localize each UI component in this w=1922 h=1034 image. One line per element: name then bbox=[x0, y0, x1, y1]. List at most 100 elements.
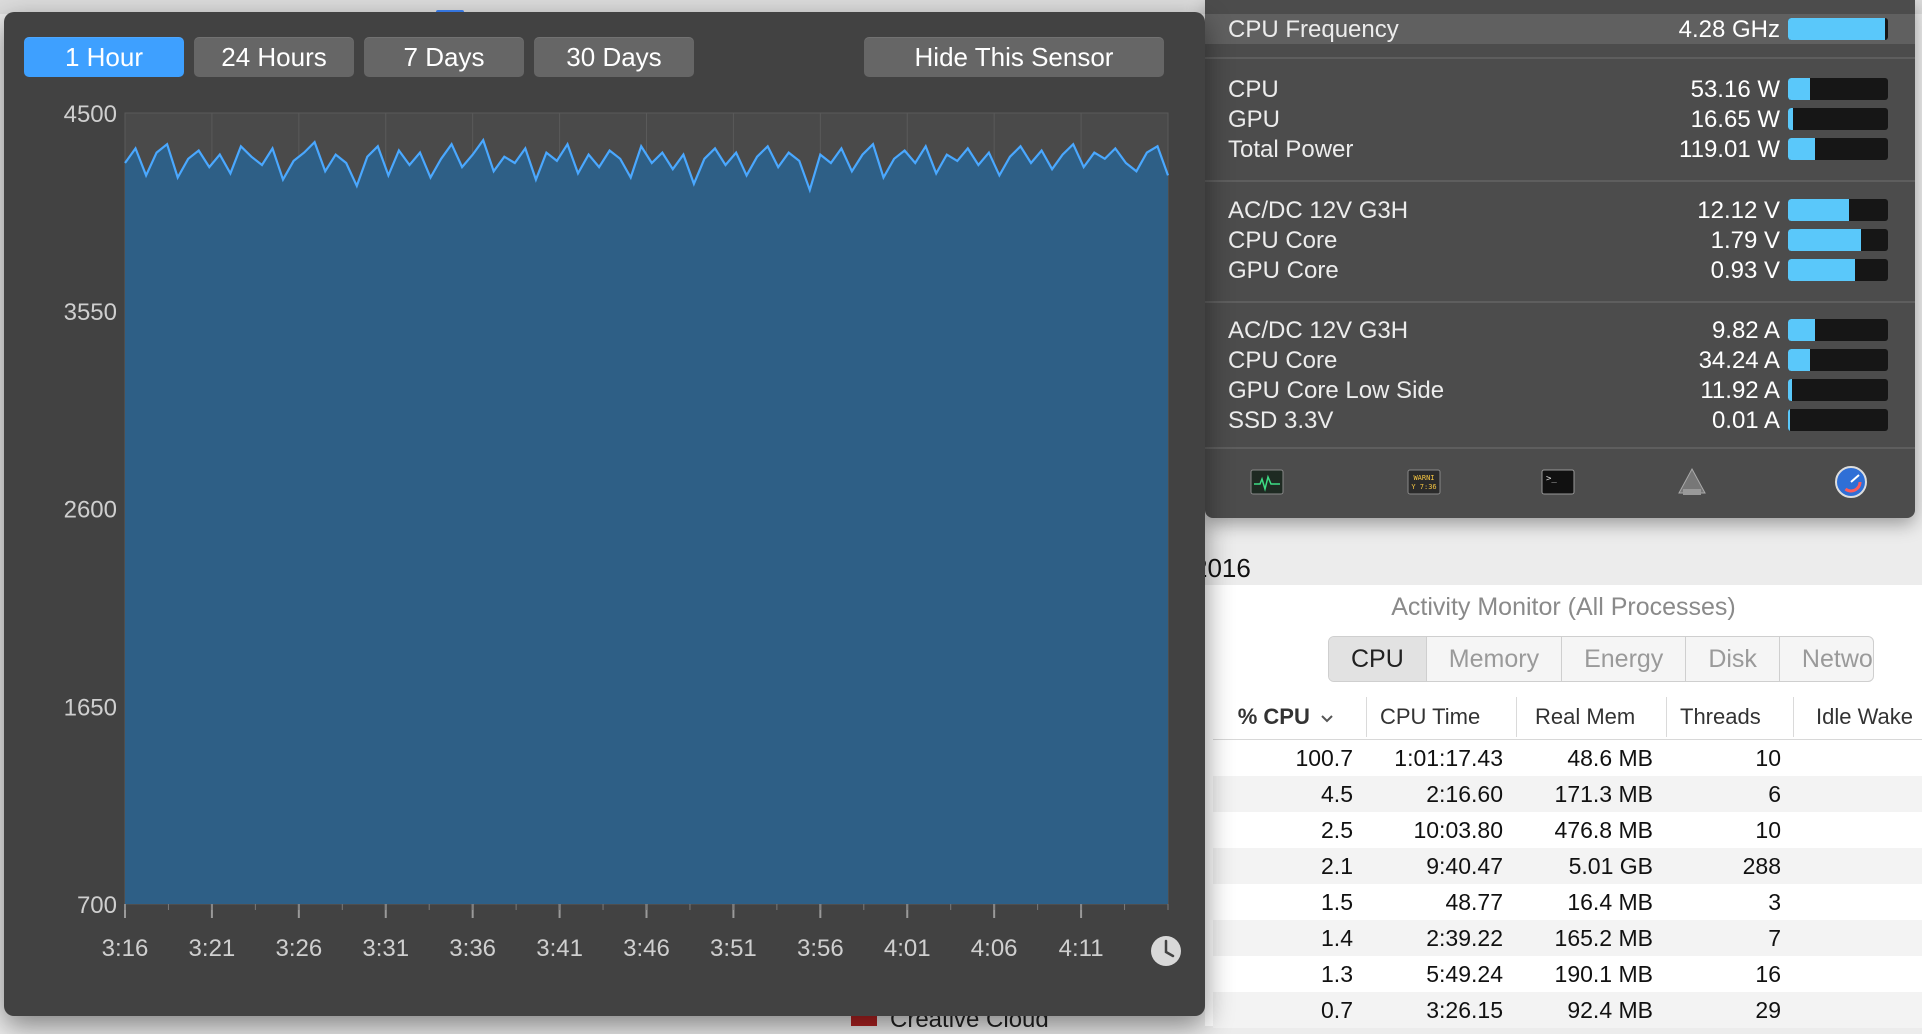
svg-text:Y 7:36: Y 7:36 bbox=[1411, 483, 1436, 491]
console-icon[interactable]: WARNI Y 7:36 bbox=[1407, 468, 1441, 496]
y-tick-label: 1650 bbox=[64, 694, 117, 721]
table-row[interactable]: 2.5 10:03.80 476.8 MB 10 bbox=[1213, 812, 1922, 848]
sensor-level-fill bbox=[1788, 349, 1810, 371]
clock-icon[interactable] bbox=[1151, 936, 1181, 966]
sensor-graph-window: 1 Hour 24 Hours 7 Days 30 Days Hide This… bbox=[4, 12, 1205, 1016]
table-cell: 5.01 GB bbox=[1568, 853, 1653, 879]
activity-monitor-icon[interactable] bbox=[1250, 468, 1284, 496]
x-tick-label: 3:46 bbox=[623, 935, 670, 962]
column-separator bbox=[1793, 697, 1794, 737]
sensor-name: CPU bbox=[1228, 76, 1279, 103]
sensor-level-fill bbox=[1788, 108, 1793, 130]
y-tick-label: 3550 bbox=[64, 299, 117, 326]
column-header-cpu-time[interactable]: CPU Time bbox=[1380, 704, 1480, 730]
column-header-cpu-percent[interactable]: % CPU bbox=[1238, 704, 1334, 730]
x-tick-label: 3:56 bbox=[797, 935, 844, 962]
istatistica-icon[interactable] bbox=[1834, 466, 1868, 498]
area-fill bbox=[125, 140, 1168, 905]
column-header-idle-wake[interactable]: Idle Wake bbox=[1816, 704, 1913, 730]
sensor-name: AC/DC 12V G3H bbox=[1228, 197, 1409, 224]
table-cell: 2:16.60 bbox=[1426, 781, 1503, 807]
sensor-name: SSD 3.3V bbox=[1228, 407, 1334, 434]
sensor-popup: CPU Frequency 4.28 GHz CPU 53.16 W GPU 16.65 … bbox=[1205, 0, 1915, 518]
table-row[interactable]: 0.7 3:26.15 92.4 MB 29 bbox=[1213, 992, 1922, 1028]
sensor-row[interactable]: AC/DC 12V G3H 12.12 V bbox=[1205, 195, 1915, 225]
tab-disk[interactable]: Disk bbox=[1686, 637, 1780, 681]
table-row[interactable]: 2.1 9:40.47 5.01 GB 288 bbox=[1213, 848, 1922, 884]
sensor-row[interactable]: CPU Core 1.79 V bbox=[1205, 225, 1915, 255]
sensor-value: 0.93 V bbox=[1710, 257, 1780, 284]
sensor-level-bar bbox=[1788, 199, 1888, 221]
sensor-name: GPU Core Low Side bbox=[1228, 377, 1445, 404]
sensor-value: 1.79 V bbox=[1710, 227, 1780, 254]
svg-text:>_: >_ bbox=[1546, 474, 1557, 484]
x-tick-label: 3:41 bbox=[536, 935, 583, 962]
activity-monitor-title: Activity Monitor (All Processes) bbox=[1391, 593, 1736, 621]
process-table: 100.7 1:01:17.43 48.6 MB 10 4.5 2:16.60 171.3 … bbox=[1213, 740, 1922, 1028]
sensor-level-bar bbox=[1788, 78, 1888, 100]
table-row[interactable]: 100.7 1:01:17.43 48.6 MB 10 bbox=[1213, 740, 1922, 776]
y-tick-label: 4500 bbox=[64, 101, 117, 128]
x-tick-label: 4:01 bbox=[884, 935, 931, 962]
sensor-level-fill bbox=[1788, 409, 1790, 431]
table-cell: 16 bbox=[1755, 961, 1781, 987]
sensor-name: AC/DC 12V G3H bbox=[1228, 317, 1409, 344]
sensor-row[interactable]: CPU Core 34.24 A bbox=[1205, 345, 1915, 375]
column-header-threads[interactable]: Threads bbox=[1680, 704, 1761, 730]
sensor-row[interactable]: SSD 3.3V 0.01 A bbox=[1205, 405, 1915, 435]
sensor-level-bar bbox=[1788, 409, 1888, 431]
x-tick-label: 4:06 bbox=[971, 935, 1018, 962]
table-cell: 0.7 bbox=[1321, 997, 1353, 1023]
table-cell: 3:26.15 bbox=[1426, 997, 1503, 1023]
sensor-level-fill bbox=[1788, 78, 1810, 100]
column-separator bbox=[1516, 697, 1517, 737]
sensor-row[interactable]: AC/DC 12V G3H 9.82 A bbox=[1205, 315, 1915, 345]
sensor-row[interactable]: GPU Core 0.93 V bbox=[1205, 255, 1915, 285]
sensor-level-bar bbox=[1788, 18, 1888, 40]
table-cell: 1:01:17.43 bbox=[1394, 745, 1503, 771]
x-tick-label: 4:11 bbox=[1059, 935, 1104, 962]
table-row[interactable]: 1.4 2:39.22 165.2 MB 7 bbox=[1213, 920, 1922, 956]
table-cell: 171.3 MB bbox=[1554, 781, 1653, 807]
sensor-value: 9.82 A bbox=[1711, 317, 1780, 344]
sensor-level-bar bbox=[1788, 259, 1888, 281]
table-cell: 10:03.80 bbox=[1413, 817, 1503, 843]
activity-monitor-tabs: CPU Memory Energy Disk Netwo bbox=[1328, 636, 1874, 682]
y-tick-label: 2600 bbox=[64, 497, 117, 524]
terminal-icon[interactable]: >_ bbox=[1541, 468, 1575, 496]
sensor-row[interactable]: CPU 53.16 W bbox=[1205, 74, 1915, 104]
sensor-level-bar bbox=[1788, 138, 1888, 160]
sensor-row-cpu-frequency[interactable]: CPU Frequency 4.28 GHz bbox=[1205, 14, 1915, 44]
table-cell: 9:40.47 bbox=[1426, 853, 1503, 879]
sensor-level-bar bbox=[1788, 349, 1888, 371]
sensor-level-bar bbox=[1788, 379, 1888, 401]
table-row[interactable]: 1.3 5:49.24 190.1 MB 16 bbox=[1213, 956, 1922, 992]
table-cell: 48.77 bbox=[1445, 889, 1503, 915]
table-cell: 48.6 MB bbox=[1567, 745, 1653, 771]
sensor-row[interactable]: GPU 16.65 W bbox=[1205, 104, 1915, 134]
tab-energy[interactable]: Energy bbox=[1562, 637, 1687, 681]
table-row[interactable]: 4.5 2:16.60 171.3 MB 6 bbox=[1213, 776, 1922, 812]
sensor-row[interactable]: GPU Core Low Side 11.92 A bbox=[1205, 375, 1915, 405]
table-cell: 29 bbox=[1755, 997, 1781, 1023]
table-cell: 476.8 MB bbox=[1554, 817, 1653, 843]
utility-icon[interactable] bbox=[1675, 467, 1709, 496]
table-cell: 1.5 bbox=[1321, 889, 1353, 915]
sensor-row[interactable]: Total Power 119.01 W bbox=[1205, 134, 1915, 164]
divider bbox=[1205, 301, 1915, 303]
table-cell: 6 bbox=[1768, 781, 1781, 807]
divider bbox=[1205, 447, 1915, 449]
sensor-level-bar bbox=[1788, 108, 1888, 130]
tab-cpu[interactable]: CPU bbox=[1329, 637, 1427, 681]
column-separator bbox=[1366, 697, 1367, 737]
table-row[interactable]: 1.5 48.77 16.4 MB 3 bbox=[1213, 884, 1922, 920]
column-header-real-mem[interactable]: Real Mem bbox=[1535, 704, 1635, 730]
tab-memory[interactable]: Memory bbox=[1427, 637, 1563, 681]
svg-text:WARNI: WARNI bbox=[1413, 474, 1434, 482]
table-cell: 10 bbox=[1755, 745, 1781, 771]
table-cell: 5:49.24 bbox=[1426, 961, 1503, 987]
divider bbox=[1205, 180, 1915, 182]
table-cell: 1.3 bbox=[1321, 961, 1353, 987]
tab-network[interactable]: Netwo bbox=[1780, 637, 1873, 681]
x-tick-label: 3:21 bbox=[189, 935, 236, 962]
